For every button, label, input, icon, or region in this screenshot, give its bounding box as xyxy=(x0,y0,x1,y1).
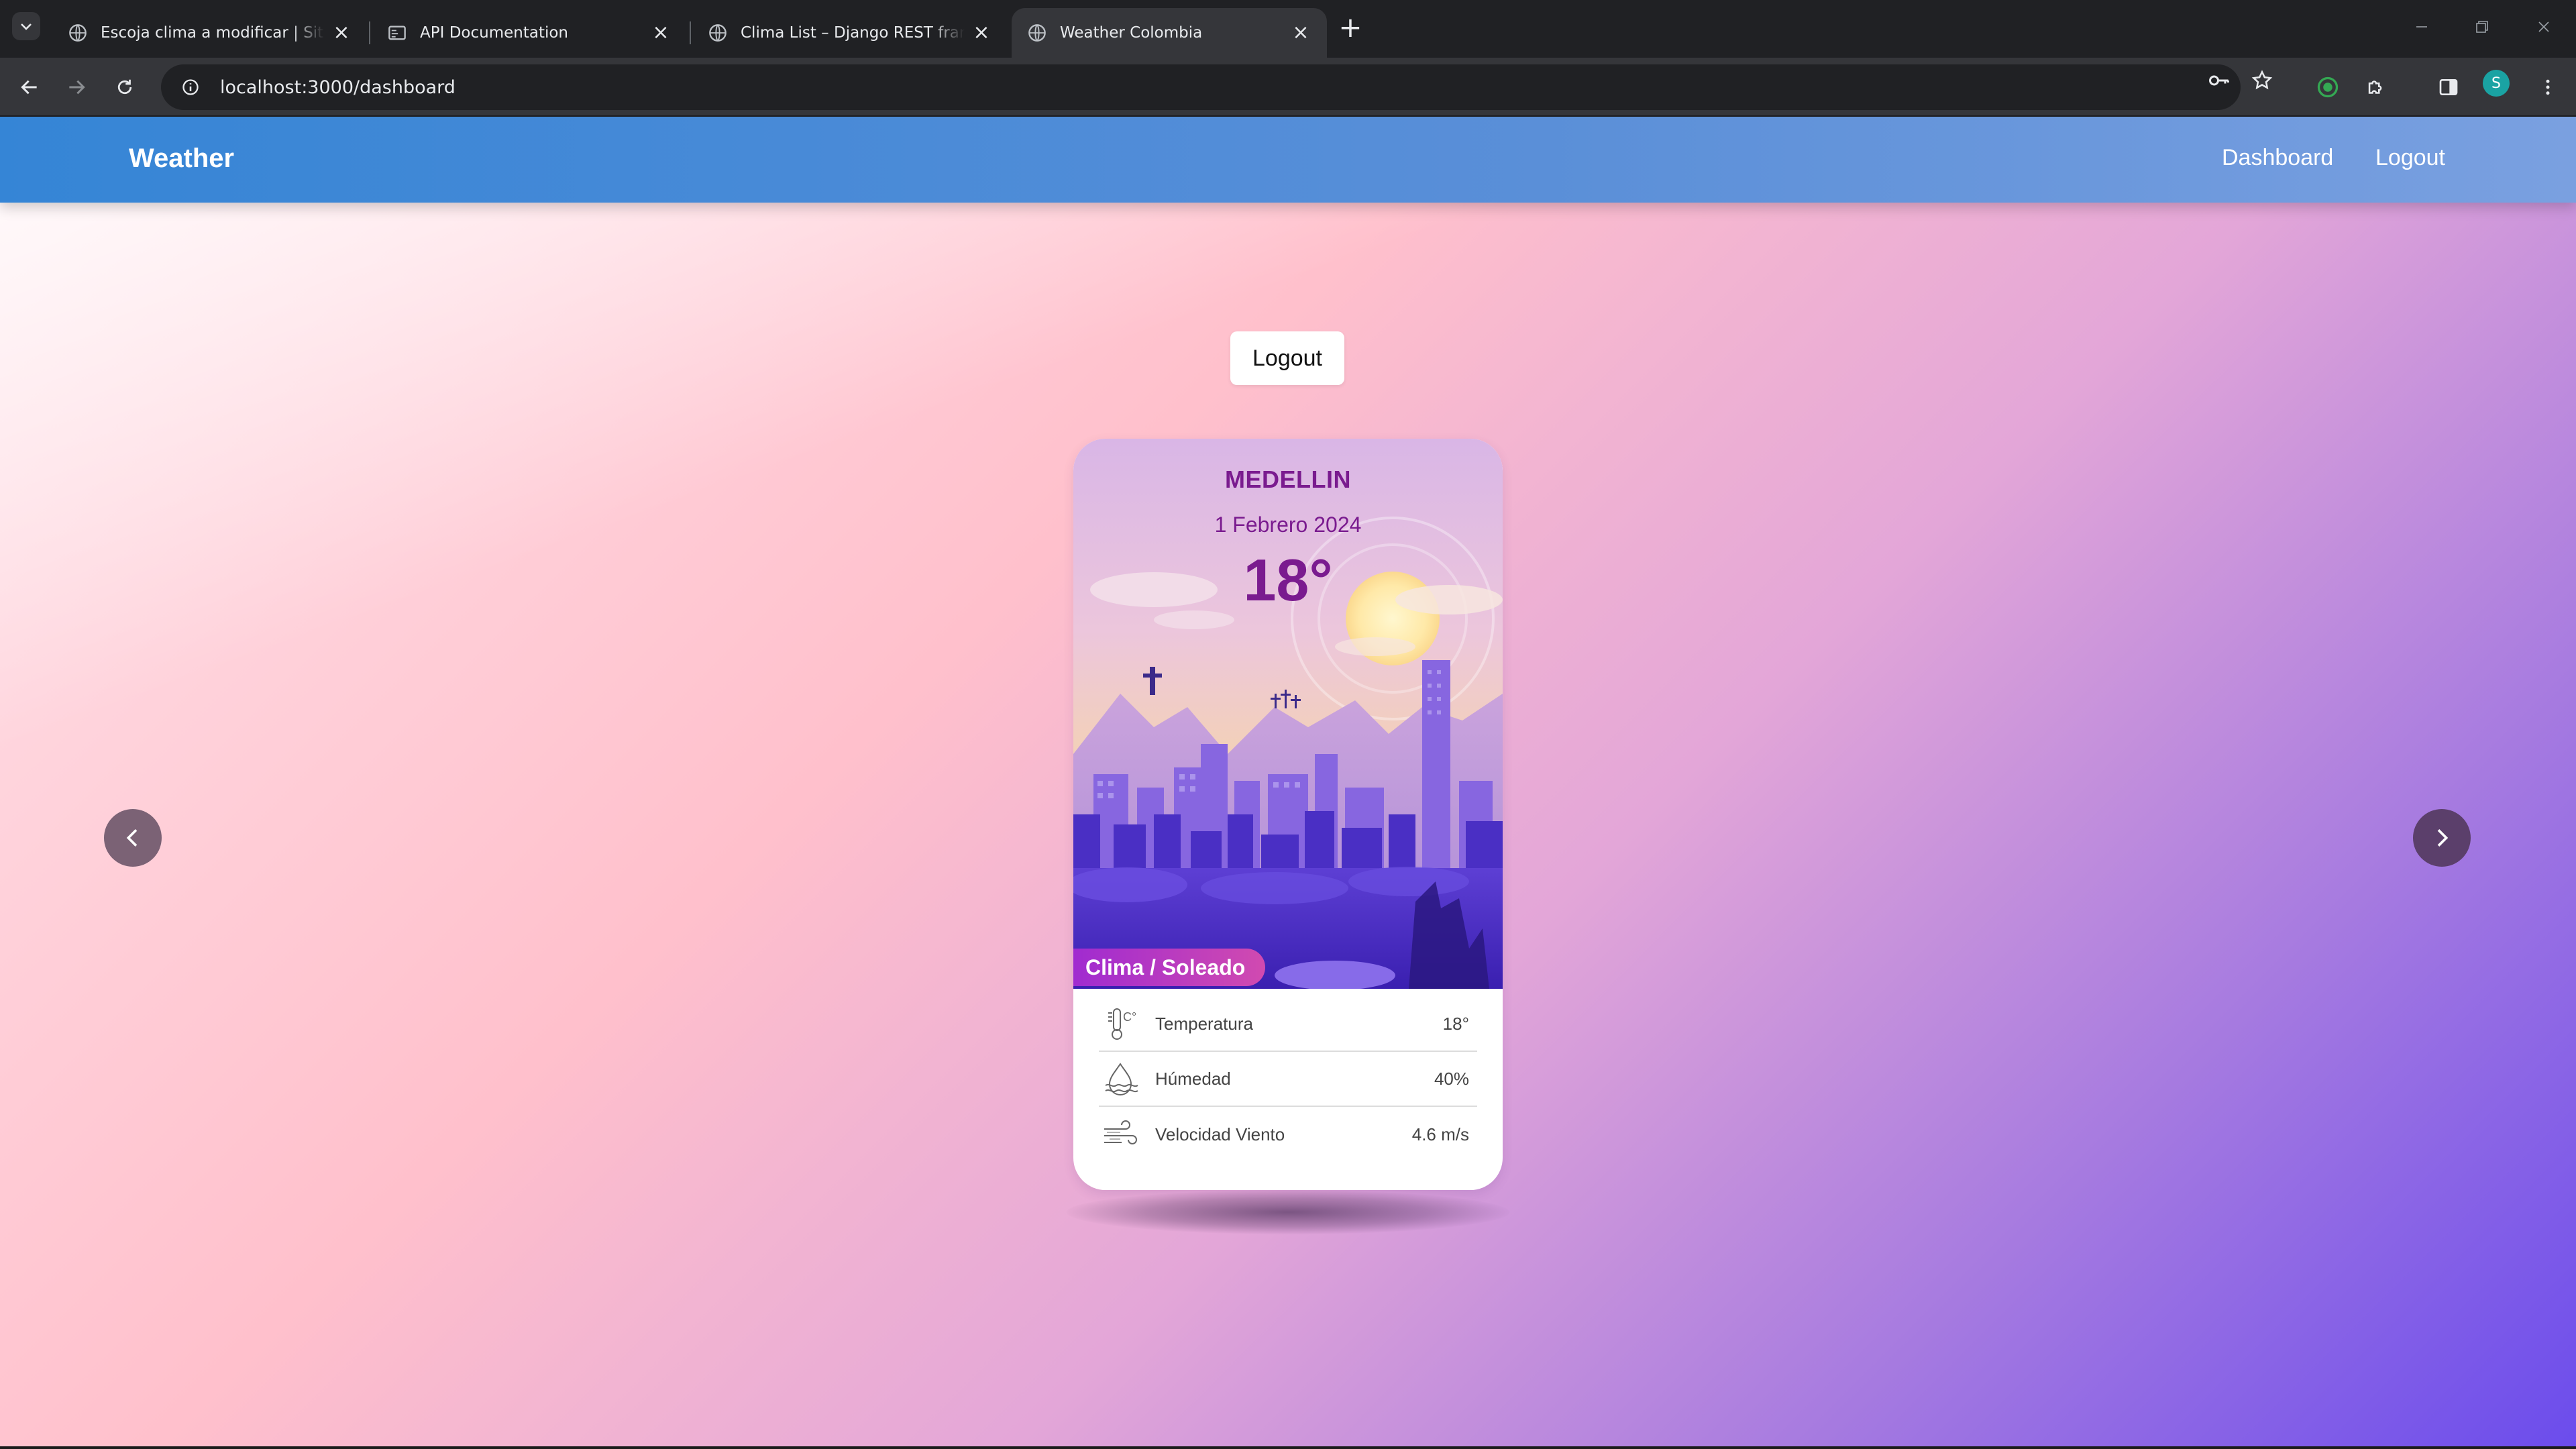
detail-value: 40% xyxy=(1434,1068,1469,1089)
card-drop-shadow xyxy=(1067,1190,1509,1234)
wind-icon xyxy=(1099,1113,1142,1156)
tab-title: Escoja clima a modificar | Sitio de admi… xyxy=(101,24,325,42)
arrow-left-icon xyxy=(21,80,37,95)
bookmark-star-icon[interactable] xyxy=(2249,67,2275,94)
tab-search-button[interactable] xyxy=(12,12,40,40)
detail-row-temperature: C° Temperatura 18° xyxy=(1099,997,1477,1052)
tab-title: API Documentation xyxy=(420,24,569,42)
reload-button[interactable] xyxy=(107,70,142,105)
close-tab-icon[interactable]: × xyxy=(971,23,991,43)
tab-api-documentation[interactable]: API Documentation × xyxy=(372,8,687,58)
address-url[interactable]: localhost:3000/dashboard xyxy=(220,77,455,98)
new-tab-button[interactable]: + xyxy=(1335,12,1366,43)
reload-icon xyxy=(117,79,132,95)
side-panel-icon[interactable] xyxy=(2434,72,2463,102)
tab-weather-colombia[interactable]: Weather Colombia × xyxy=(1012,8,1327,58)
arrow-right-icon xyxy=(69,80,85,95)
minimize-window-icon[interactable] xyxy=(2402,9,2442,44)
page-bottom-border xyxy=(0,1446,2576,1449)
carousel-next-button[interactable] xyxy=(2413,809,2471,867)
forecast-date: 1 Febrero 2024 xyxy=(1214,513,1362,537)
globe-icon xyxy=(708,23,727,42)
detail-row-humidity: Húmedad 40% xyxy=(1099,1052,1477,1107)
browser-tab-strip: Escoja clima a modificar | Sitio de admi… xyxy=(0,0,2576,58)
document-icon xyxy=(388,23,407,42)
back-button[interactable] xyxy=(12,70,47,105)
thermometer-icon: C° xyxy=(1099,1002,1142,1045)
password-key-icon[interactable] xyxy=(2206,67,2233,94)
temperature-display: 18° xyxy=(1243,547,1333,613)
city-name: MEDELLIN xyxy=(1225,466,1351,493)
tab-django-admin[interactable]: Escoja clima a modificar | Sitio de admi… xyxy=(52,8,368,58)
detail-value: 18° xyxy=(1442,1013,1469,1034)
tab-title: Clima List – Django REST framework xyxy=(741,24,965,42)
brand-logo[interactable]: Weather xyxy=(129,144,234,174)
detail-label: Velocidad Viento xyxy=(1155,1124,1285,1144)
browser-toolbar: localhost:3000/dashboard xyxy=(0,58,2576,117)
nav-link-dashboard[interactable]: Dashboard xyxy=(2222,145,2333,171)
weather-card: MEDELLIN 1 Febrero 2024 18° Clima / Sole… xyxy=(1073,439,1503,1190)
forward-button[interactable] xyxy=(59,70,94,105)
svg-text:C°: C° xyxy=(1123,1010,1136,1024)
close-tab-icon[interactable]: × xyxy=(1291,23,1311,43)
detail-label: Temperatura xyxy=(1155,1013,1253,1034)
profile-avatar[interactable]: S xyxy=(2483,70,2510,97)
browser-menu-icon[interactable] xyxy=(2533,72,2563,102)
tab-clima-list[interactable]: Clima List – Django REST framework × xyxy=(692,8,1008,58)
detail-row-wind: Velocidad Viento 4.6 m/s xyxy=(1099,1107,1477,1162)
tab-title: Weather Colombia xyxy=(1060,24,1203,42)
condition-badge: Clima / Soleado xyxy=(1073,949,1266,986)
chevron-right-icon xyxy=(2437,829,2449,847)
tab-divider xyxy=(690,21,691,44)
page-viewport: Weather Dashboard Logout Logout MEDELLIN… xyxy=(0,117,2576,1449)
detail-label: Húmedad xyxy=(1155,1068,1231,1089)
globe-icon xyxy=(68,23,87,42)
restore-window-icon[interactable] xyxy=(2462,9,2502,44)
humidity-icon xyxy=(1099,1057,1142,1100)
chevron-down-icon xyxy=(21,23,32,30)
chevron-left-icon xyxy=(126,829,138,847)
app-navbar: Weather Dashboard Logout xyxy=(0,117,2576,203)
close-tab-icon[interactable]: × xyxy=(331,23,352,43)
globe-icon xyxy=(1028,23,1046,42)
site-info-icon[interactable] xyxy=(181,78,200,97)
logout-button[interactable]: Logout xyxy=(1230,331,1344,385)
tab-divider xyxy=(369,21,370,44)
carousel-prev-button[interactable] xyxy=(104,809,162,867)
close-window-icon[interactable] xyxy=(2524,9,2564,44)
extension-target-icon[interactable] xyxy=(2313,72,2343,102)
extensions-puzzle-icon[interactable] xyxy=(2361,72,2391,102)
weather-details-list: C° Temperatura 18° Húmedad 40% Velocidad… xyxy=(1099,997,1477,1162)
close-tab-icon[interactable]: × xyxy=(651,23,671,43)
nav-link-logout[interactable]: Logout xyxy=(2375,145,2445,171)
address-bar[interactable]: localhost:3000/dashboard xyxy=(161,64,2241,110)
detail-value: 4.6 m/s xyxy=(1411,1124,1469,1144)
